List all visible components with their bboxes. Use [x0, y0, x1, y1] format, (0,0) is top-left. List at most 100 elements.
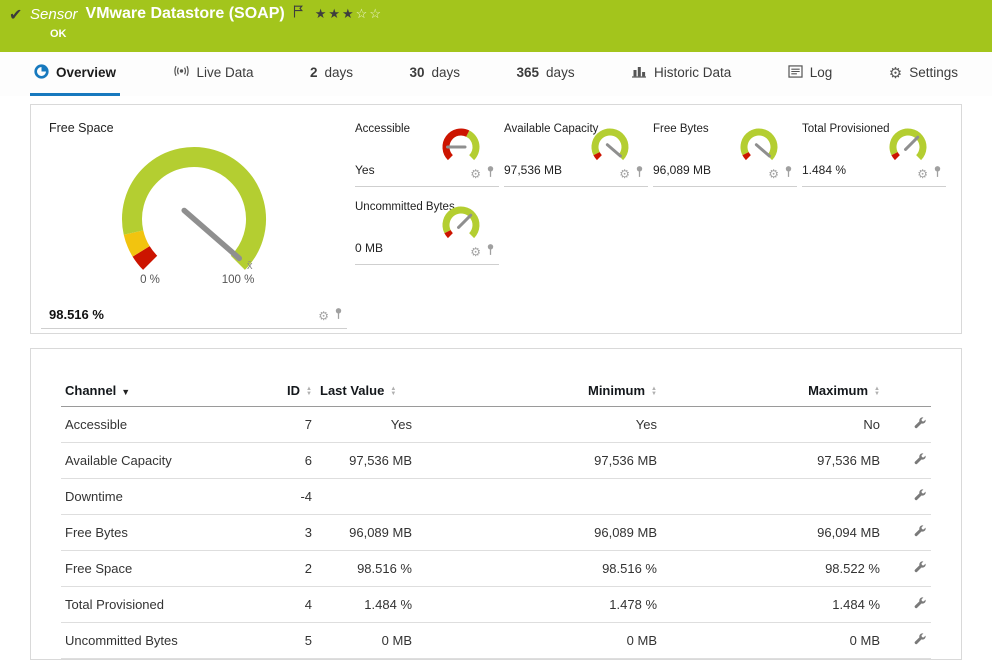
- channel-name-cell: Accessible: [61, 407, 256, 443]
- tab-number: 2: [310, 65, 318, 80]
- pie-chart-icon: [34, 64, 49, 82]
- broadcast-icon: [173, 64, 190, 81]
- gauge-value: 96,089 MB: [653, 163, 711, 177]
- free-space-gauge: x̄ 0 % 100 %: [84, 129, 304, 297]
- channel-table-body: Accessible 7 Yes Yes No Available Capaci…: [61, 407, 931, 659]
- gear-icon[interactable]: ⚙: [768, 168, 779, 180]
- channel-id-cell: 7: [256, 407, 316, 443]
- last-value-cell: Yes: [316, 407, 416, 443]
- gear-icon[interactable]: ⚙: [470, 246, 481, 258]
- minimum-cell: 97,536 MB: [416, 443, 661, 479]
- accessible-gauge: [435, 124, 487, 170]
- priority-stars[interactable]: ★★★☆☆: [315, 6, 383, 22]
- stars-empty[interactable]: ☆☆: [356, 6, 383, 21]
- gauge-max-label: 100 %: [222, 274, 255, 286]
- gear-icon[interactable]: ⚙: [318, 310, 329, 322]
- pin-icon[interactable]: [486, 243, 495, 261]
- minimum-cell: 0 MB: [416, 623, 661, 659]
- tab-label: Settings: [909, 65, 958, 80]
- gauge-needle: [756, 145, 769, 156]
- gauge-value: 98.516 %: [49, 307, 104, 322]
- tab-label: days: [325, 65, 354, 80]
- channel-id-cell: 2: [256, 551, 316, 587]
- check-icon: ✔: [9, 5, 22, 25]
- bar-chart-icon: [631, 64, 647, 81]
- object-kind-label: Sensor: [30, 6, 78, 23]
- wrench-icon[interactable]: [913, 490, 927, 505]
- tab-settings[interactable]: ⚙ Settings: [885, 52, 962, 96]
- minimum-cell: Yes: [416, 407, 661, 443]
- minimum-cell: 1.478 %: [416, 587, 661, 623]
- column-header-maximum[interactable]: Maximum▲▼: [661, 375, 884, 407]
- table-row: Accessible 7 Yes Yes No: [61, 407, 931, 443]
- table-row: Free Space 2 98.516 % 98.516 % 98.522 %: [61, 551, 931, 587]
- tab-365-days[interactable]: 365 days: [513, 52, 579, 96]
- tab-bar: Overview Live Data 2 days 30 days 365 da…: [0, 52, 992, 96]
- sort-icon: ▲▼: [390, 387, 396, 397]
- gear-icon[interactable]: ⚙: [917, 168, 928, 180]
- wrench-icon[interactable]: [913, 634, 927, 649]
- channel-actions-cell: [884, 479, 931, 515]
- channel-id-cell: 4: [256, 587, 316, 623]
- wrench-icon[interactable]: [913, 418, 927, 433]
- gauge-tile-free-bytes: Free Bytes 96,089 MB ⚙: [653, 123, 797, 187]
- minimum-cell: [416, 479, 661, 515]
- pin-icon[interactable]: [334, 307, 343, 325]
- page-title: VMware Datastore (SOAP): [86, 5, 285, 23]
- tab-overview[interactable]: Overview: [30, 52, 120, 96]
- gear-icon[interactable]: ⚙: [470, 168, 481, 180]
- channel-actions-cell: [884, 443, 931, 479]
- gauge-needle: [459, 215, 471, 227]
- table-row: Total Provisioned 4 1.484 % 1.478 % 1.48…: [61, 587, 931, 623]
- minimum-cell: 96,089 MB: [416, 515, 661, 551]
- tab-label: Log: [810, 65, 833, 80]
- flag-icon[interactable]: [293, 5, 303, 23]
- stars-filled[interactable]: ★★★: [315, 6, 356, 21]
- column-header-minimum[interactable]: Minimum▲▼: [416, 375, 661, 407]
- channel-name-cell: Downtime: [61, 479, 256, 515]
- channel-actions-cell: [884, 407, 931, 443]
- wrench-icon[interactable]: [913, 598, 927, 613]
- gauge-value: Yes: [355, 163, 375, 177]
- channel-name-cell: Uncommitted Bytes: [61, 623, 256, 659]
- last-value-cell: [316, 479, 416, 515]
- column-header-last-value[interactable]: Last Value▲▼: [316, 375, 416, 407]
- tab-number: 365: [517, 65, 540, 80]
- pin-icon[interactable]: [784, 165, 793, 183]
- gauge-value: 1.484 %: [802, 163, 846, 177]
- wrench-icon[interactable]: [913, 562, 927, 577]
- pin-icon[interactable]: [635, 165, 644, 183]
- tab-2-days[interactable]: 2 days: [306, 52, 357, 96]
- gear-icon[interactable]: ⚙: [619, 168, 630, 180]
- gauge-value: 97,536 MB: [504, 163, 562, 177]
- maximum-cell: 97,536 MB: [661, 443, 884, 479]
- wrench-icon[interactable]: [913, 526, 927, 541]
- tab-live-data[interactable]: Live Data: [169, 52, 258, 96]
- channel-table: Channel▼ ID▲▼ Last Value▲▼ Minimum▲▼ Max…: [61, 375, 931, 659]
- status-badge: OK: [50, 28, 67, 40]
- tab-30-days[interactable]: 30 days: [406, 52, 465, 96]
- channel-actions-cell: [884, 623, 931, 659]
- channel-name-cell: Available Capacity: [61, 443, 256, 479]
- column-header-actions: [884, 375, 931, 407]
- available-capacity-gauge: [584, 124, 636, 170]
- free-bytes-gauge: [733, 124, 785, 170]
- tab-log[interactable]: Log: [784, 52, 837, 96]
- table-row: Free Bytes 3 96,089 MB 96,089 MB 96,094 …: [61, 515, 931, 551]
- sort-icon: ▲▼: [651, 387, 657, 397]
- tab-historic-data[interactable]: Historic Data: [627, 52, 735, 96]
- tab-label: days: [432, 65, 461, 80]
- gauge-tile-available-capacity: Available Capacity 97,536 MB ⚙: [504, 123, 648, 187]
- channel-id-cell: 6: [256, 443, 316, 479]
- channel-table-panel: Channel▼ ID▲▼ Last Value▲▼ Minimum▲▼ Max…: [30, 348, 962, 660]
- channel-actions-cell: [884, 515, 931, 551]
- column-header-id[interactable]: ID▲▼: [256, 375, 316, 407]
- tab-label: days: [546, 65, 575, 80]
- sort-icon: ▲▼: [874, 387, 880, 397]
- table-row: Available Capacity 6 97,536 MB 97,536 MB…: [61, 443, 931, 479]
- channel-name-cell: Free Space: [61, 551, 256, 587]
- column-header-channel[interactable]: Channel▼: [61, 375, 256, 407]
- wrench-icon[interactable]: [913, 454, 927, 469]
- pin-icon[interactable]: [486, 165, 495, 183]
- pin-icon[interactable]: [933, 165, 942, 183]
